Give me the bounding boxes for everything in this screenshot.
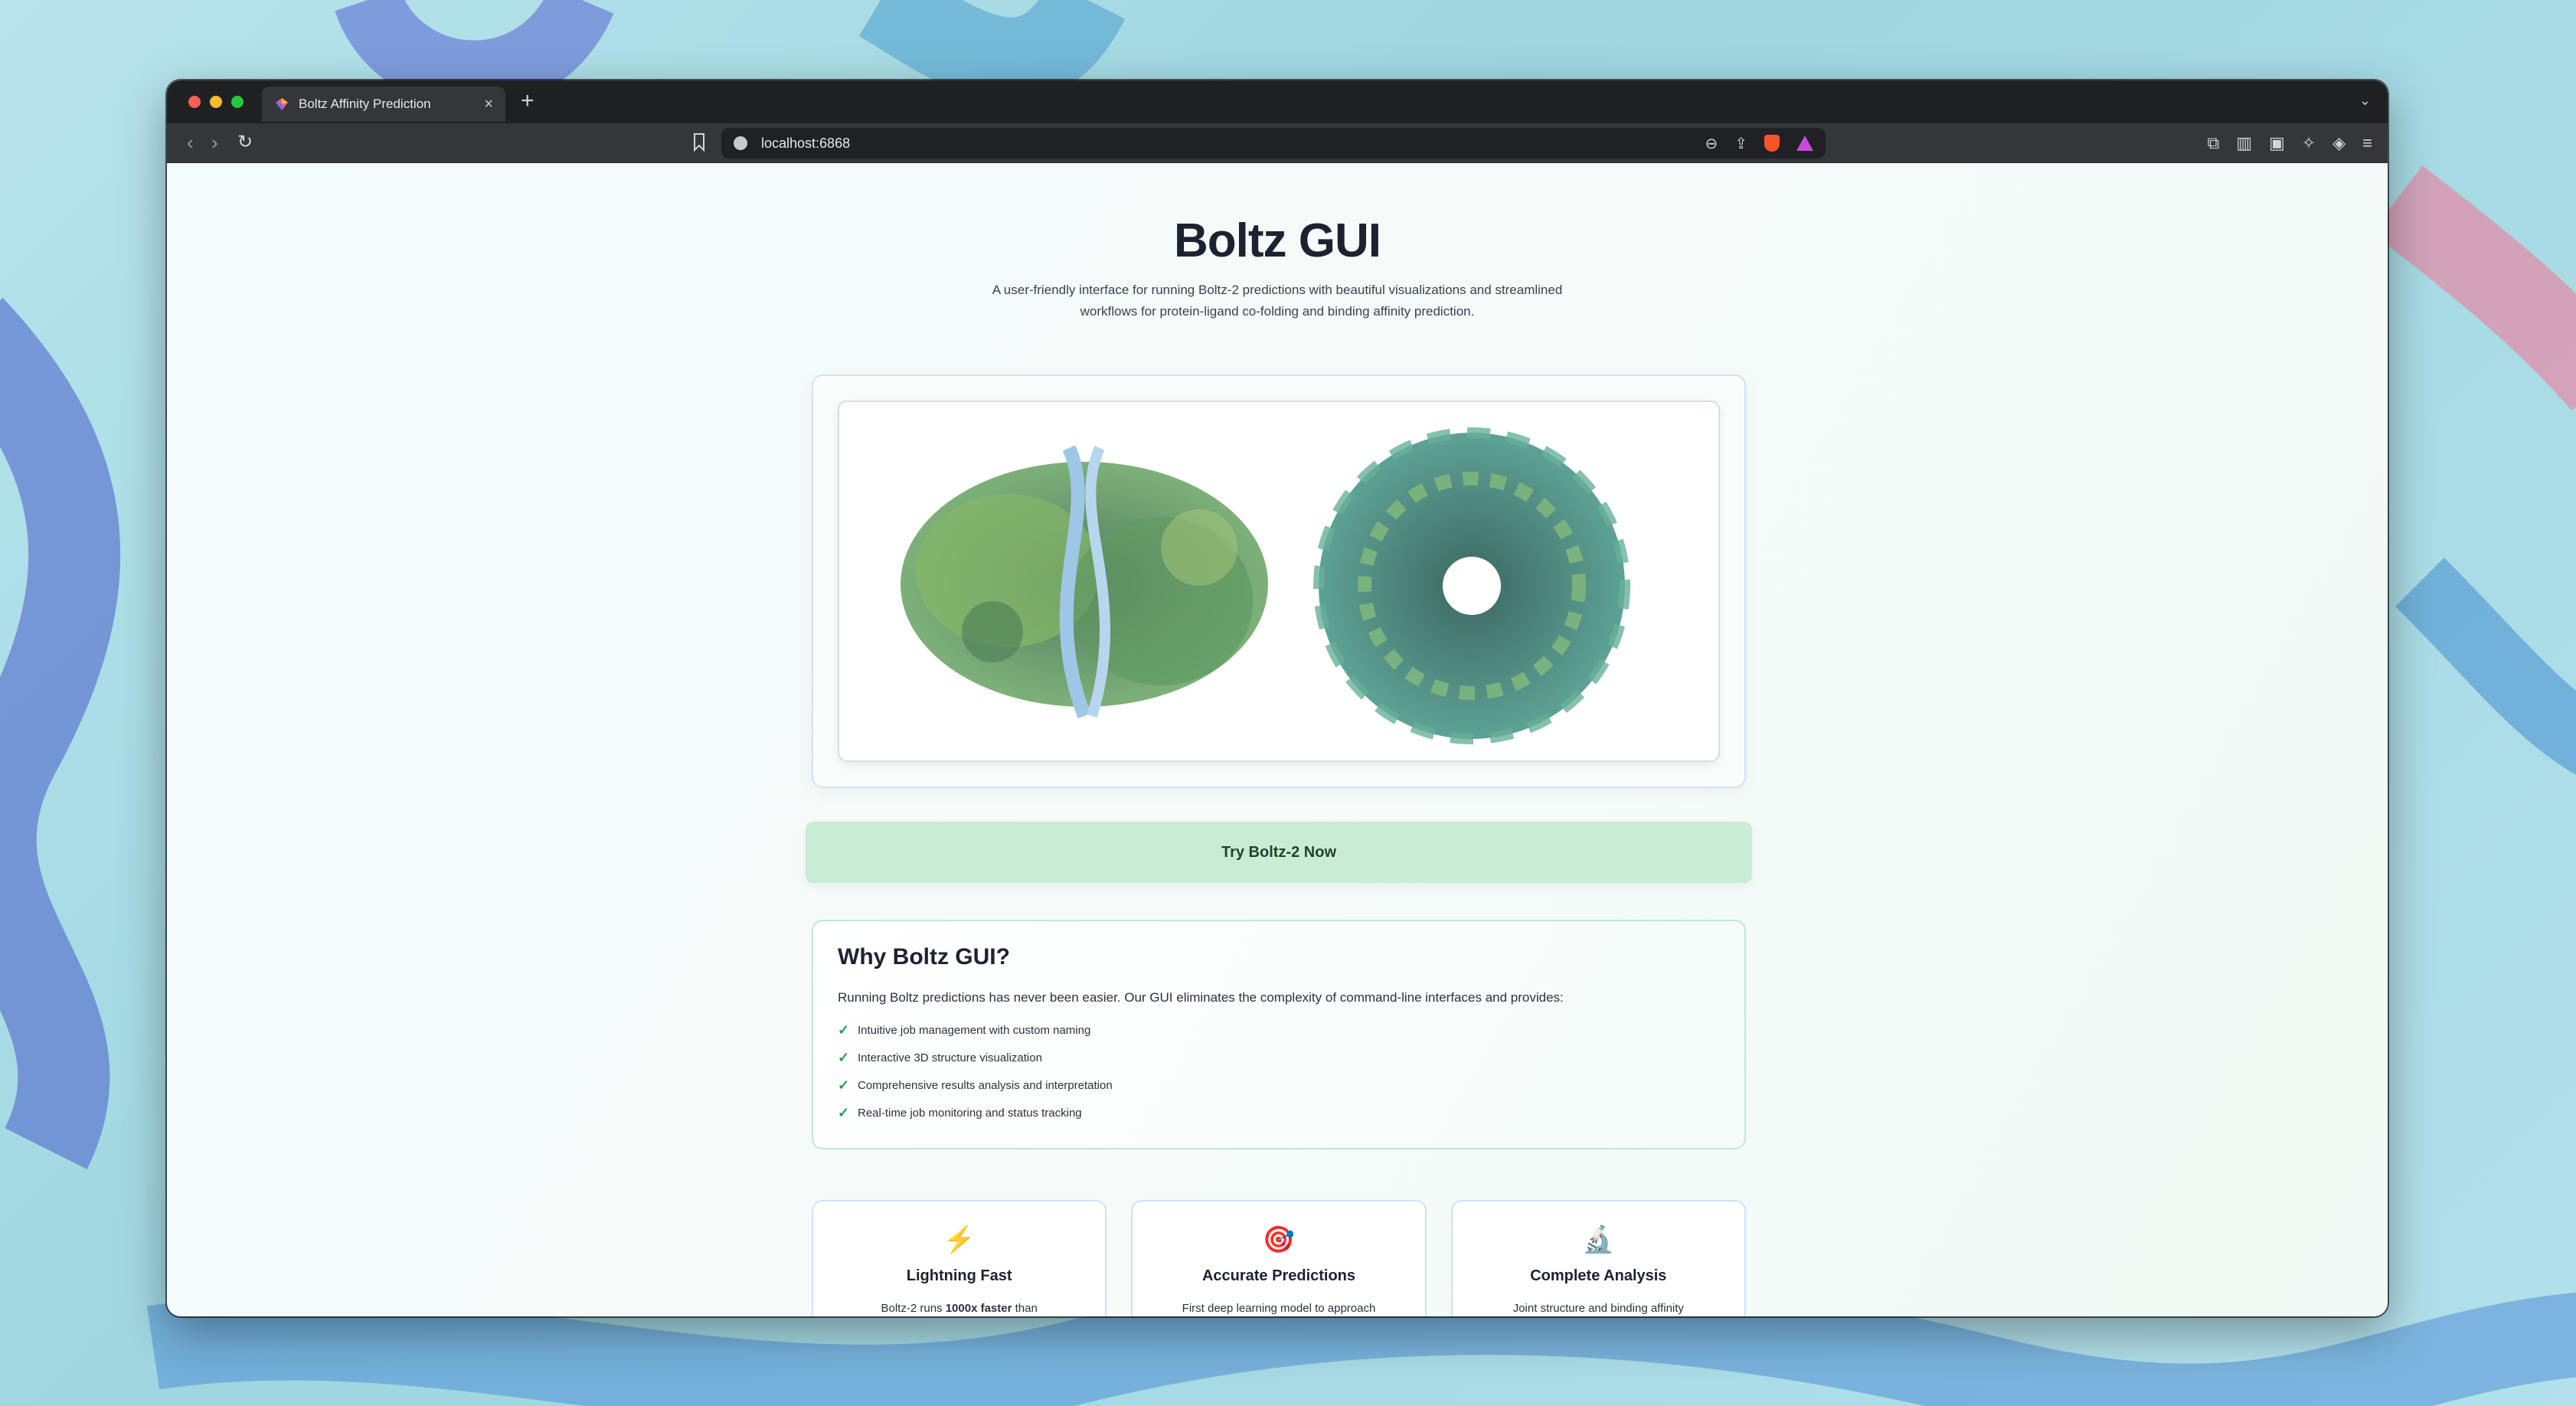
leo-ai-icon[interactable]: ✧ xyxy=(2302,134,2316,152)
browser-toolbar: ‹ › ↻ localhost:6868 ⊖ ⇪ ⧉ ▥ ▣ ✧ ◈ ≡ xyxy=(167,123,2388,163)
hero-image xyxy=(838,401,1720,762)
protein-ring-complex xyxy=(1313,427,1630,744)
feature-title: Lightning Fast xyxy=(906,1267,1012,1284)
page-content: Boltz GUI A user-friendly interface for … xyxy=(167,163,2388,1316)
reload-icon[interactable]: ↻ xyxy=(237,132,253,152)
browser-extensions: ⧉ ▥ ▣ ✧ ◈ ≡ xyxy=(2207,134,2372,152)
wallet-icon[interactable]: ▣ xyxy=(2269,134,2285,152)
feature-card-accurate-predictions: 🎯 Accurate Predictions First deep learni… xyxy=(1131,1200,1427,1316)
checkmark-icon: ✓ xyxy=(838,1022,850,1038)
share-icon[interactable]: ⇪ xyxy=(1734,134,1747,153)
feature-title: Accurate Predictions xyxy=(1201,1267,1356,1284)
benefit-text: Intuitive job management with custom nam… xyxy=(858,1023,1091,1037)
try-boltz-button[interactable]: Try Boltz-2 Now xyxy=(806,822,1752,883)
lightning-icon: ⚡ xyxy=(943,1225,976,1254)
protein-dna-complex xyxy=(901,445,1268,719)
benefit-text: Real-time job monitoring and status trac… xyxy=(858,1106,1082,1120)
tab-title: Boltz Affinity Prediction xyxy=(299,96,431,111)
close-window-button[interactable] xyxy=(188,96,201,108)
target-icon: 🎯 xyxy=(1262,1225,1296,1254)
hero-image-frame xyxy=(812,374,1746,788)
benefits-list: ✓ Intuitive job management with custom na… xyxy=(838,1016,1720,1126)
page-title: Boltz GUI xyxy=(1174,214,1381,267)
list-item: ✓ Comprehensive results analysis and inte… xyxy=(838,1071,1720,1099)
checkmark-icon: ✓ xyxy=(838,1104,850,1120)
back-icon[interactable]: ‹ xyxy=(187,132,194,152)
vpn-icon[interactable]: ◈ xyxy=(2332,134,2346,152)
feature-description: Joint structure and binding affinity xyxy=(1512,1302,1684,1315)
extensions-icon[interactable]: ⧉ xyxy=(2207,134,2219,152)
page-subtitle: A user-friendly interface for running Bo… xyxy=(992,283,1563,319)
why-title: Why Boltz GUI? xyxy=(838,944,1010,969)
chevron-down-icon[interactable]: ⌄ xyxy=(2359,93,2371,109)
site-info-icon[interactable] xyxy=(734,136,747,150)
feature-description: First deep learning model to approach xyxy=(1182,1302,1376,1315)
minimize-window-button[interactable] xyxy=(210,96,222,108)
brave-shields-icon[interactable] xyxy=(1764,135,1780,152)
why-intro: Running Boltz predictions has never been… xyxy=(838,990,1564,1005)
tab-bar: Boltz Affinity Prediction × + ⌄ xyxy=(167,80,2388,123)
address-bar-actions: ⊖ ⇪ xyxy=(1705,134,1813,153)
feature-cards: ⚡ Lightning Fast Boltz-2 runs 1000x fast… xyxy=(812,1200,1746,1316)
feature-description: Boltz-2 runs 1000x faster than xyxy=(881,1302,1038,1315)
new-tab-button[interactable]: + xyxy=(521,90,534,113)
microscope-icon: 🔬 xyxy=(1582,1225,1615,1254)
menu-icon[interactable]: ≡ xyxy=(2362,134,2372,152)
brave-rewards-icon[interactable] xyxy=(1796,136,1813,151)
feature-card-complete-analysis: 🔬 Complete Analysis Joint structure and … xyxy=(1450,1200,1746,1316)
list-item: ✓ Intuitive job management with custom na… xyxy=(838,1016,1720,1044)
favicon-icon xyxy=(276,98,288,110)
feature-card-lightning-fast: ⚡ Lightning Fast Boltz-2 runs 1000x fast… xyxy=(812,1200,1107,1316)
bookmark-icon[interactable] xyxy=(692,132,706,152)
browser-window: Boltz Affinity Prediction × + ⌄ ‹ › ↻ lo… xyxy=(167,80,2388,1316)
feature-title: Complete Analysis xyxy=(1530,1267,1667,1284)
window-controls xyxy=(188,96,244,108)
list-item: ✓ Interactive 3D structure visualization xyxy=(838,1044,1720,1071)
benefit-text: Interactive 3D structure visualization xyxy=(858,1051,1042,1064)
benefit-text: Comprehensive results analysis and inter… xyxy=(858,1078,1113,1092)
zoom-icon[interactable]: ⊖ xyxy=(1705,134,1718,153)
list-item: ✓ Real-time job monitoring and status tra… xyxy=(838,1099,1720,1126)
protein-structures-illustration xyxy=(901,427,1630,744)
address-bar[interactable]: localhost:6868 ⊖ ⇪ xyxy=(721,128,1826,159)
sidebar-icon[interactable]: ▥ xyxy=(2236,134,2252,152)
checkmark-icon: ✓ xyxy=(838,1049,850,1065)
why-boltz-card: Why Boltz GUI? Running Boltz predictions… xyxy=(812,920,1746,1149)
checkmark-icon: ✓ xyxy=(838,1077,850,1093)
tab-boltz-affinity[interactable]: Boltz Affinity Prediction × xyxy=(262,87,505,122)
url-text: localhost:6868 xyxy=(761,135,851,151)
zoom-window-button[interactable] xyxy=(231,96,244,108)
close-tab-icon[interactable]: × xyxy=(484,96,493,113)
forward-icon[interactable]: › xyxy=(211,132,218,152)
